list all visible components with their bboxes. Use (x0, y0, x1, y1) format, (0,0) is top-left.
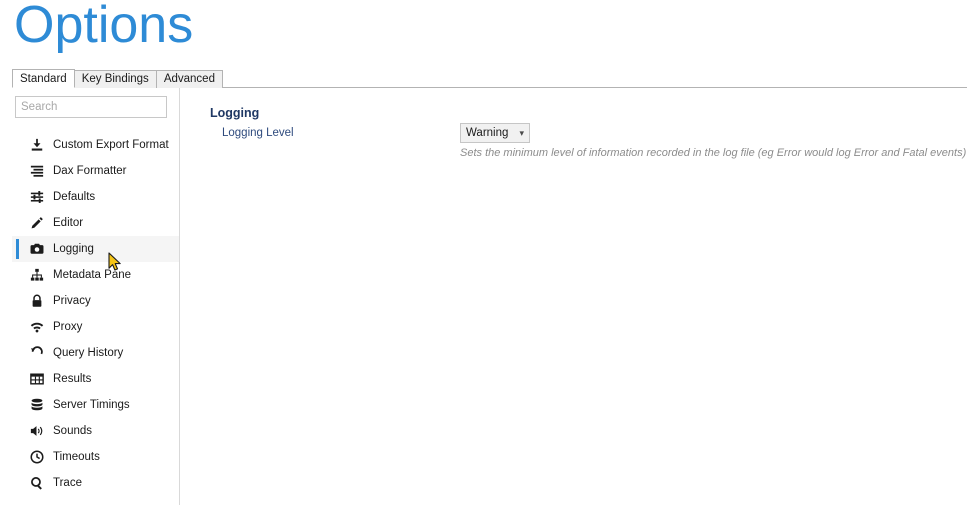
sidebar-item-logging[interactable]: Logging (12, 236, 179, 262)
sidebar-item-label: Trace (53, 477, 82, 489)
tab-standard[interactable]: Standard (12, 69, 75, 88)
section-title: Logging (210, 106, 260, 120)
logging-level-help-text: Sets the minimum level of information re… (460, 147, 967, 159)
magnifier-icon (28, 474, 46, 492)
sidebar-item-timeouts[interactable]: Timeouts (12, 444, 179, 470)
options-content-panel: Logging Logging Level Warning ▾ Sets the… (180, 88, 967, 505)
options-sidebar: Custom Export Format Dax Formatter Defau… (12, 88, 179, 505)
options-tab-panel: Custom Export Format Dax Formatter Defau… (12, 87, 967, 505)
clock-icon (28, 448, 46, 466)
logging-level-dropdown[interactable]: Warning ▾ (460, 123, 530, 143)
speaker-icon (28, 422, 46, 440)
sidebar-item-label: Timeouts (53, 451, 100, 463)
lock-icon (28, 292, 46, 310)
page-title: Options (14, 0, 194, 54)
sidebar-item-label: Proxy (53, 321, 83, 333)
sidebar-item-label: Defaults (53, 191, 96, 203)
sidebar-item-label: Dax Formatter (53, 165, 127, 177)
sidebar-item-label: Query History (53, 347, 124, 359)
history-icon (28, 344, 46, 362)
sidebar-item-proxy[interactable]: Proxy (12, 314, 179, 340)
chevron-down-icon: ▾ (519, 127, 524, 138)
sidebar-item-label: Logging (53, 243, 94, 255)
export-icon (28, 136, 46, 154)
camera-icon (28, 240, 46, 258)
sidebar-item-privacy[interactable]: Privacy (12, 288, 179, 314)
sidebar-item-query-history[interactable]: Query History (12, 340, 179, 366)
sidebar-item-metadata-pane[interactable]: Metadata Pane (12, 262, 179, 288)
tab-strip: Standard Key Bindings Advanced (12, 69, 223, 88)
hierarchy-icon (28, 266, 46, 284)
sidebar-item-trace[interactable]: Trace (12, 470, 179, 496)
tab-key-bindings[interactable]: Key Bindings (73, 70, 157, 88)
sidebar-item-dax-formatter[interactable]: Dax Formatter (12, 158, 179, 184)
sidebar-item-results[interactable]: Results (12, 366, 179, 392)
logging-level-label: Logging Level (222, 127, 294, 139)
sidebar-item-defaults[interactable]: Defaults (12, 184, 179, 210)
sidebar-item-label: Results (53, 373, 92, 385)
sidebar-item-label: Editor (53, 217, 84, 229)
sidebar-item-sounds[interactable]: Sounds (12, 418, 179, 444)
database-icon (28, 396, 46, 414)
sidebar-item-label: Server Timings (53, 399, 130, 411)
sidebar-item-label: Privacy (53, 295, 91, 307)
logging-level-value: Warning (466, 127, 509, 139)
format-lines-icon (28, 162, 46, 180)
sidebar-item-editor[interactable]: Editor (12, 210, 179, 236)
sidebar-item-label: Custom Export Format (53, 139, 169, 151)
tab-advanced[interactable]: Advanced (155, 70, 223, 88)
sidebar-item-server-timings[interactable]: Server Timings (12, 392, 179, 418)
sidebar-item-label: Metadata Pane (53, 269, 132, 281)
sidebar-item-custom-export-format[interactable]: Custom Export Format (12, 132, 179, 158)
sidebar-nav-list: Custom Export Format Dax Formatter Defau… (12, 132, 179, 496)
sliders-icon (28, 188, 46, 206)
sidebar-item-label: Sounds (53, 425, 93, 437)
grid-icon (28, 370, 46, 388)
search-input[interactable] (15, 96, 167, 118)
wifi-icon (28, 318, 46, 336)
pencil-icon (28, 214, 46, 232)
